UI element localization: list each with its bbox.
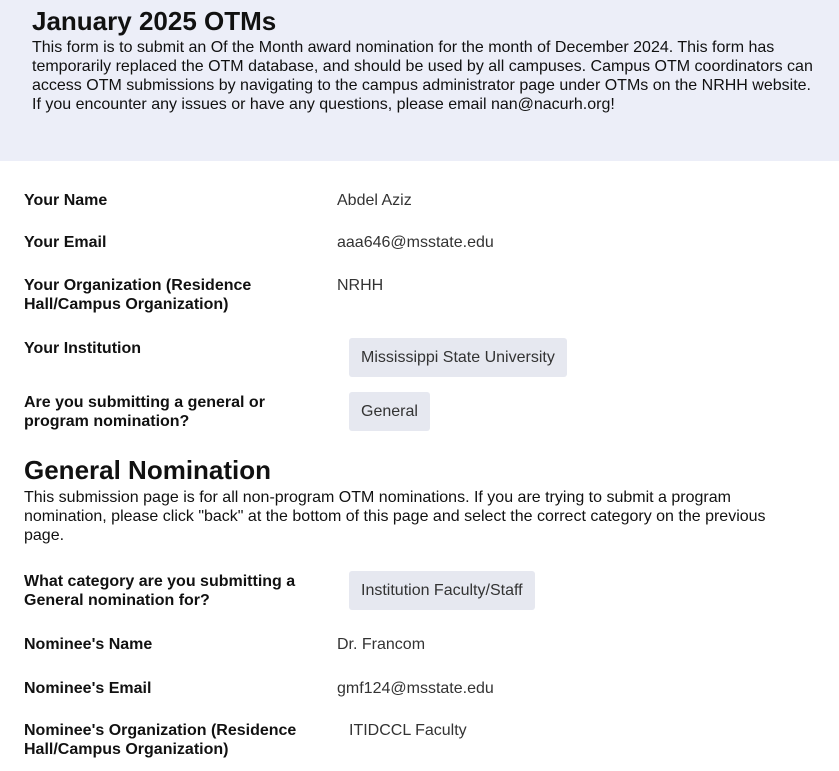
field-value: Dr. Francom xyxy=(337,636,426,653)
form-description: This form is to submit an Of the Month a… xyxy=(32,39,813,113)
form-header: January 2025 OTMs This form is to submit… xyxy=(0,0,839,161)
section-description: This submission page is for all non-prog… xyxy=(24,489,766,544)
field-label: Nominee's Email xyxy=(24,680,152,697)
page-title: January 2025 OTMs xyxy=(32,6,277,36)
field-label: Nominee's Organization (Residence Hall/C… xyxy=(24,722,297,758)
field-label: Your Email xyxy=(24,234,107,251)
field-value: aaa646@msstate.edu xyxy=(337,234,494,251)
selected-value-chip: Mississippi State University xyxy=(349,338,567,377)
section-title: General Nomination xyxy=(24,455,272,485)
field-value: NRHH xyxy=(337,277,384,294)
selected-value-chip: General xyxy=(349,392,430,431)
field-value: gmf124@msstate.edu xyxy=(337,680,494,697)
field-label: Nominee's Name xyxy=(24,636,153,653)
field-label: What category are you submitting a Gener… xyxy=(24,573,296,609)
field-label: Your Name xyxy=(24,192,108,209)
field-label: Are you submitting a general or program … xyxy=(24,394,265,430)
selected-value-chip: Institution Faculty/Staff xyxy=(349,571,535,610)
field-value: ITIDCCL Faculty xyxy=(349,722,467,739)
field-value: Abdel Aziz xyxy=(337,192,412,209)
field-label: Your Institution xyxy=(24,340,142,357)
field-label: Your Organization (Residence Hall/Campus… xyxy=(24,277,252,313)
